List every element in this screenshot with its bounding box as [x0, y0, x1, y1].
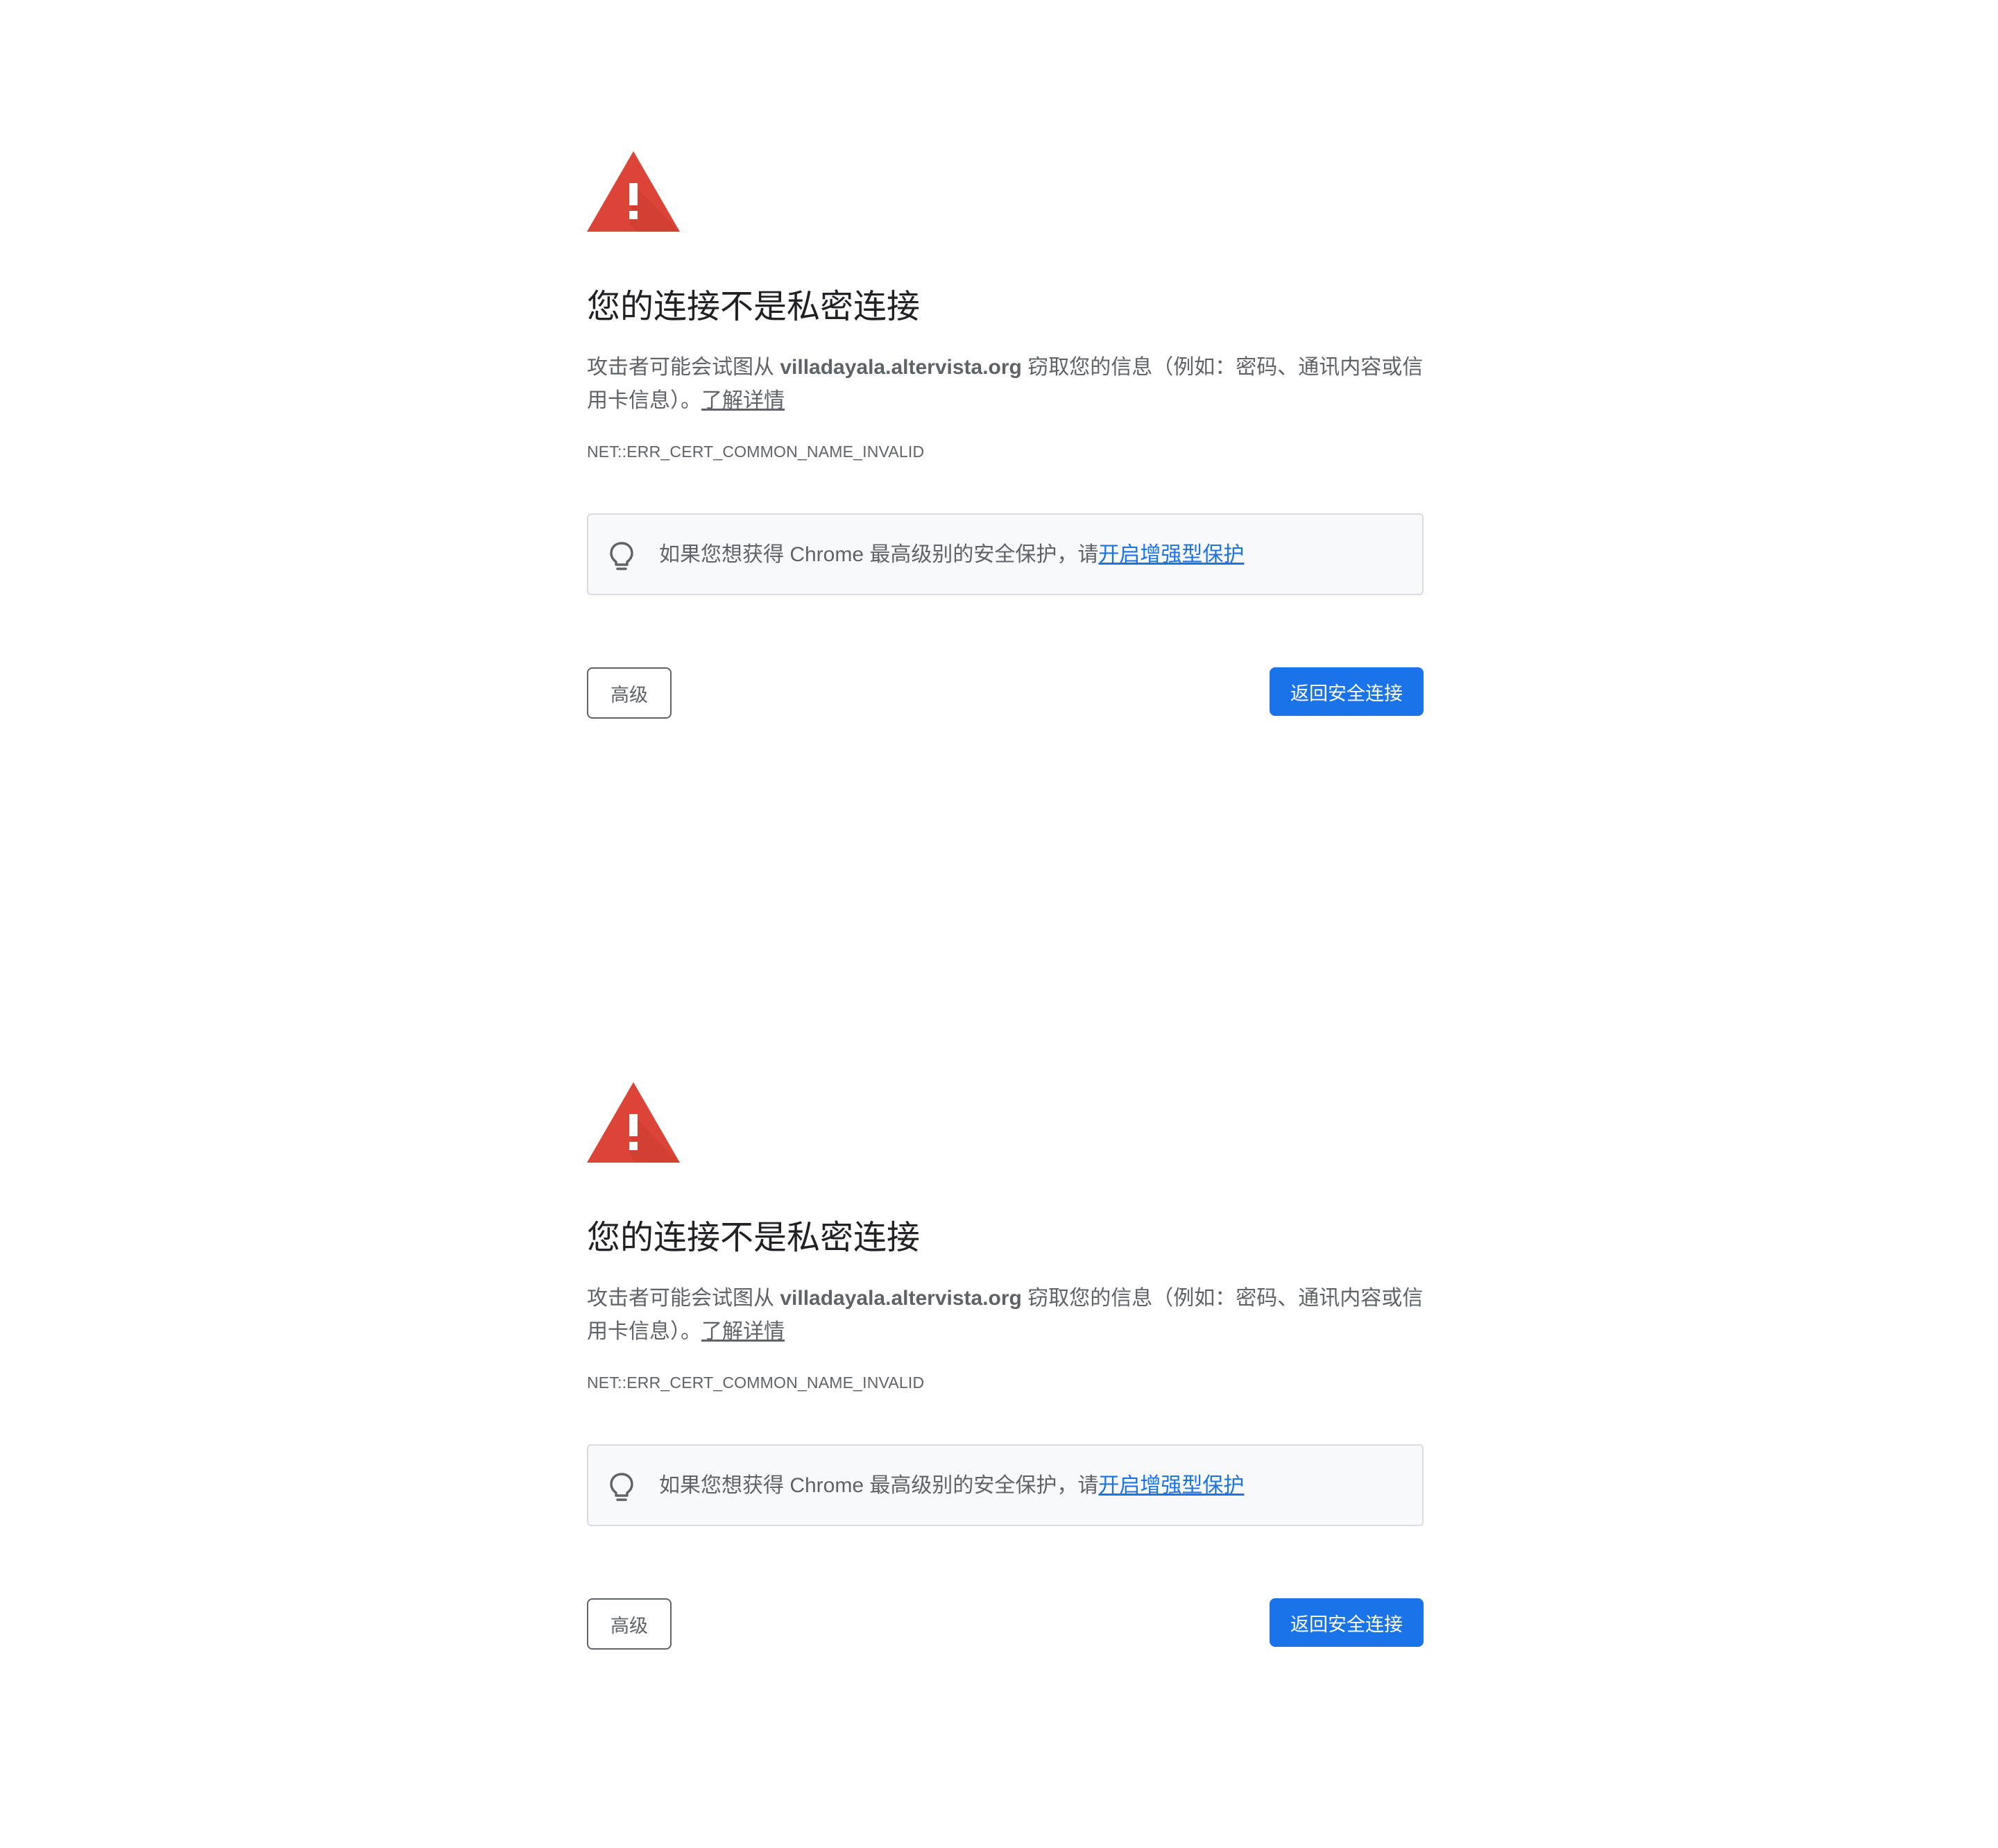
advanced-button[interactable]: 高级 [587, 667, 672, 719]
warning-triangle-icon [587, 151, 680, 232]
enhanced-protection-text: 如果您想获得 Chrome 最高级别的安全保护，请开启增强型保护 [659, 540, 1244, 570]
enhanced-protection-promo: 如果您想获得 Chrome 最高级别的安全保护，请开启增强型保护 [587, 1444, 1424, 1526]
lightbulb-icon [609, 1472, 634, 1503]
enhanced-protection-message: 如果您想获得 Chrome 最高级别的安全保护，请 [659, 1474, 1099, 1497]
back-to-safety-button[interactable]: 返回安全连接 [1270, 1598, 1424, 1647]
site-domain: villadayala.altervista.org [780, 356, 1022, 379]
learn-more-link[interactable]: 了解详情 [701, 1320, 785, 1343]
advanced-button[interactable]: 高级 [587, 1598, 672, 1650]
privacy-error-interstitial: 您的连接不是私密连接 攻击者可能会试图从 villadayala.altervi… [587, 1082, 1425, 1706]
error-code: NET::ERR_CERT_COMMON_NAME_INVALID [587, 443, 925, 461]
warning-triangle-icon [587, 1082, 680, 1163]
back-to-safety-button[interactable]: 返回安全连接 [1270, 667, 1424, 716]
enable-enhanced-protection-link[interactable]: 开启增强型保护 [1098, 1474, 1244, 1497]
explanation-prefix: 攻击者可能会试图从 [587, 1287, 780, 1310]
privacy-error-interstitial: 您的连接不是私密连接 攻击者可能会试图从 villadayala.altervi… [587, 151, 1425, 776]
main-heading: 您的连接不是私密连接 [587, 289, 921, 325]
enhanced-protection-promo: 如果您想获得 Chrome 最高级别的安全保护，请开启增强型保护 [587, 513, 1424, 595]
explanation-prefix: 攻击者可能会试图从 [587, 356, 780, 379]
enhanced-protection-text: 如果您想获得 Chrome 最高级别的安全保护，请开启增强型保护 [659, 1471, 1244, 1501]
learn-more-link[interactable]: 了解详情 [701, 389, 785, 412]
error-explanation: 攻击者可能会试图从 villadayala.altervista.org 窃取您… [587, 351, 1425, 418]
error-code: NET::ERR_CERT_COMMON_NAME_INVALID [587, 1374, 925, 1392]
site-domain: villadayala.altervista.org [780, 1287, 1022, 1310]
lightbulb-icon [609, 541, 634, 572]
error-explanation: 攻击者可能会试图从 villadayala.altervista.org 窃取您… [587, 1282, 1425, 1349]
main-heading: 您的连接不是私密连接 [587, 1220, 921, 1256]
enable-enhanced-protection-link[interactable]: 开启增强型保护 [1098, 543, 1244, 566]
enhanced-protection-message: 如果您想获得 Chrome 最高级别的安全保护，请 [659, 543, 1099, 566]
